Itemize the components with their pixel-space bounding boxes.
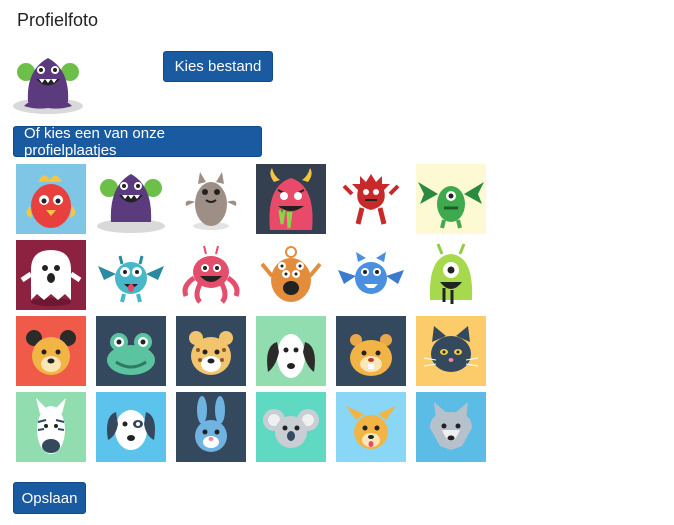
- avatar-tile[interactable]: [176, 164, 246, 234]
- koala-icon: [256, 392, 326, 462]
- frog-icon: [96, 316, 166, 386]
- wolf-icon: [416, 392, 486, 462]
- avatar-tile[interactable]: [336, 316, 406, 386]
- avatar-tile[interactable]: [176, 316, 246, 386]
- avatar-tile[interactable]: [96, 316, 166, 386]
- purple-monster-icon: [13, 58, 83, 114]
- pick-avatar-button[interactable]: Of kies een van onze profielplaatjes: [13, 125, 262, 159]
- purple-monster-icon: [96, 164, 166, 234]
- avatar-tile[interactable]: [96, 164, 166, 234]
- avatar-tile[interactable]: [416, 240, 486, 310]
- avatar-tile[interactable]: [336, 392, 406, 462]
- avatar-tile[interactable]: [16, 316, 86, 386]
- orange-multi-eye-monster-icon: [256, 240, 326, 310]
- teal-winged-monster-icon: [96, 240, 166, 310]
- avatar-tile[interactable]: [256, 240, 326, 310]
- gray-cat-monster-icon: [176, 164, 246, 234]
- avatar-tile[interactable]: [96, 240, 166, 310]
- bear-icon: [16, 316, 86, 386]
- avatar-tile[interactable]: [336, 164, 406, 234]
- avatar-tile[interactable]: [176, 240, 246, 310]
- page-title: Profielfoto: [17, 10, 99, 30]
- red-bird-monster-icon: [16, 164, 86, 234]
- ghost-icon: [16, 240, 86, 310]
- avatar-tile[interactable]: [256, 392, 326, 462]
- avatar-tile[interactable]: [16, 392, 86, 462]
- green-winged-monster-icon: [416, 164, 486, 234]
- pink-octopus-monster-icon: [176, 240, 246, 310]
- fox-dog-icon: [336, 392, 406, 462]
- pink-horned-monster-icon: [256, 164, 326, 234]
- red-spiky-monster-icon: [336, 164, 406, 234]
- white-dog-icon: [96, 392, 166, 462]
- save-button[interactable]: Opslaan: [13, 482, 86, 514]
- rabbit-icon: [176, 392, 246, 462]
- avatar-tile[interactable]: [176, 392, 246, 462]
- avatar-tile[interactable]: [336, 240, 406, 310]
- avatar-grid: [16, 164, 490, 462]
- avatar-tile[interactable]: [16, 240, 86, 310]
- choose-file-button[interactable]: Kies bestand: [163, 51, 273, 82]
- black-cat-icon: [416, 316, 486, 386]
- avatar-tile[interactable]: [416, 164, 486, 234]
- hamster-icon: [336, 316, 406, 386]
- blue-bat-monster-icon: [336, 240, 406, 310]
- current-avatar: [12, 52, 84, 114]
- avatar-tile[interactable]: [256, 164, 326, 234]
- dalmatian-dog-icon: [256, 316, 326, 386]
- zebra-icon: [16, 392, 86, 462]
- avatar-tile[interactable]: [416, 316, 486, 386]
- leopard-icon: [176, 316, 246, 386]
- avatar-tile[interactable]: [256, 316, 326, 386]
- green-cyclops-monster-icon: [416, 240, 486, 310]
- avatar-tile[interactable]: [16, 164, 86, 234]
- avatar-tile[interactable]: [416, 392, 486, 462]
- avatar-tile[interactable]: [96, 392, 166, 462]
